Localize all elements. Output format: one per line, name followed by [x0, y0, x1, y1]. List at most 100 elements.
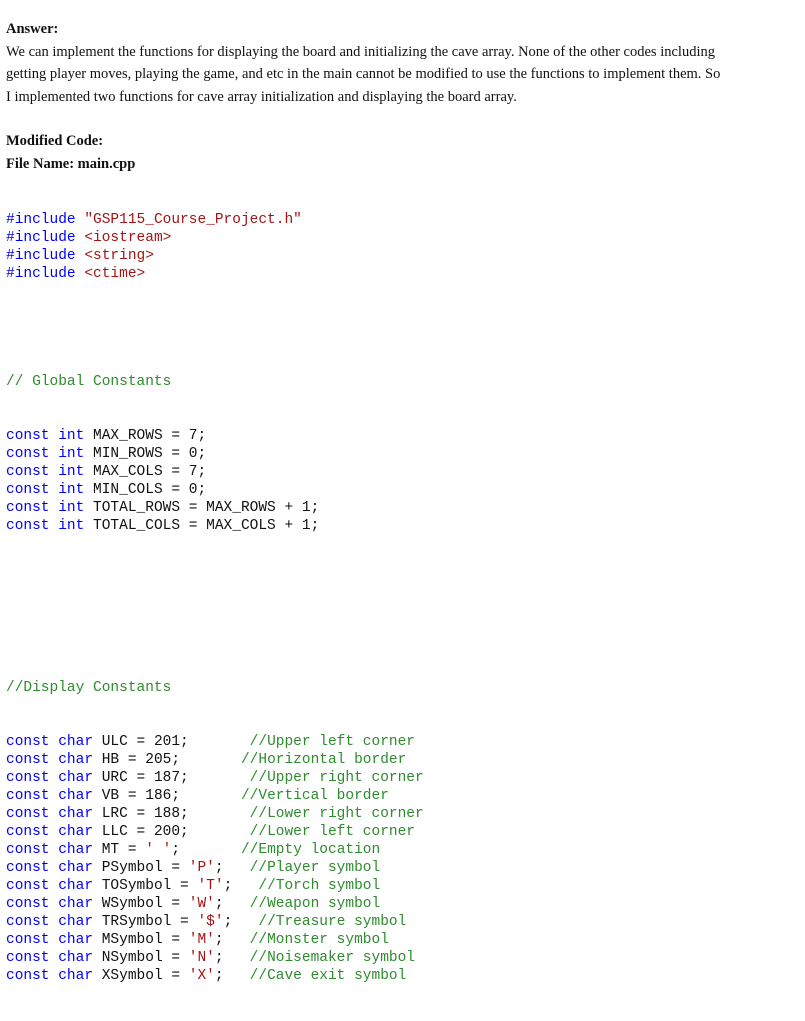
keyword-const: const [6, 770, 50, 786]
code-line: const char PSymbol = 'P'; //Player symbo… [6, 859, 798, 877]
code-text: TRSymbol = [93, 914, 198, 930]
keyword-type: char [58, 752, 94, 768]
keyword-const: const [6, 806, 50, 822]
keyword-const: const [6, 518, 50, 534]
paragraph-line: getting player moves, playing the game, … [6, 66, 721, 82]
code-text: MSymbol = [93, 932, 189, 948]
code-comment: //Monster symbol [249, 932, 389, 948]
code-line: const char LLC = 200; //Lower left corne… [6, 823, 798, 841]
code-text: WSymbol = [93, 896, 189, 912]
display-constants-block: const char ULC = 201; //Upper left corne… [6, 733, 798, 985]
include-line: #include <string> [6, 247, 798, 265]
code-comment: //Weapon symbol [249, 896, 381, 912]
keyword-const: const [6, 878, 50, 894]
code-line: const char LRC = 188; //Lower right corn… [6, 805, 798, 823]
code-line: const char HB = 205; //Horizontal border [6, 751, 798, 769]
keyword-type: int [58, 518, 85, 534]
keyword-const: const [6, 482, 50, 498]
keyword-const: const [6, 428, 50, 444]
code-comment: //Lower right corner [249, 806, 424, 822]
keyword-const: const [6, 446, 50, 462]
global-constants-block: const int MAX_ROWS = 7; const int MIN_ROW… [6, 427, 798, 535]
include-target: "GSP115_Course_Project.h" [84, 212, 302, 228]
code-comment: //Noisemaker symbol [249, 950, 415, 966]
code-text: ; [171, 842, 181, 858]
include-directive: #include [6, 230, 76, 246]
code-comment: //Cave exit symbol [249, 968, 407, 984]
code-text: MAX_ROWS = 7; [84, 428, 207, 444]
code-text: ; [214, 896, 224, 912]
include-directive: #include [6, 248, 76, 264]
keyword-type: char [58, 914, 94, 930]
keyword-type: char [58, 842, 94, 858]
code-text: TOTAL_COLS = MAX_COLS + 1; [84, 518, 320, 534]
keyword-type: char [58, 896, 94, 912]
keyword-const: const [6, 968, 50, 984]
code-text: PSymbol = [93, 860, 189, 876]
code-comment: //Torch symbol [258, 878, 381, 894]
code-text: URC = 187; [93, 770, 189, 786]
code-line: const char MSymbol = 'M'; //Monster symb… [6, 931, 798, 949]
char-literal: 'T' [197, 878, 224, 894]
code-line: const char NSymbol = 'N'; //Noisemaker s… [6, 949, 798, 967]
keyword-type: char [58, 770, 94, 786]
include-block: #include "GSP115_Course_Project.h" #inclu… [6, 211, 798, 283]
code-text: XSymbol = [93, 968, 189, 984]
global-constants-comment: // Global Constants [6, 374, 172, 390]
char-literal: 'X' [188, 968, 215, 984]
code-line: const int TOTAL_ROWS = MAX_ROWS + 1; [6, 499, 798, 517]
code-block: #include "GSP115_Course_Project.h" #inclu… [6, 175, 798, 1021]
keyword-const: const [6, 860, 50, 876]
code-line: const char TRSymbol = '$'; //Treasure sy… [6, 913, 798, 931]
modified-code-heading: Modified Code: [6, 133, 104, 149]
include-directive: #include [6, 266, 76, 282]
code-text: NSymbol = [93, 950, 189, 966]
code-comment: //Vertical border [240, 788, 389, 804]
keyword-type: int [58, 500, 85, 516]
char-literal: 'M' [188, 932, 215, 948]
code-line: const int MIN_ROWS = 0; [6, 445, 798, 463]
include-directive: #include [6, 212, 76, 228]
keyword-type: char [58, 806, 94, 822]
code-text: ; [214, 950, 224, 966]
code-comment: //Horizontal border [240, 752, 407, 768]
answer-paragraph: We can implement the functions for displ… [6, 41, 798, 109]
code-comment: //Player symbol [249, 860, 381, 876]
paragraph-line: I implemented two functions for cave arr… [6, 88, 517, 105]
keyword-type: char [58, 824, 94, 840]
code-line: const int MAX_COLS = 7; [6, 463, 798, 481]
include-target: <ctime> [84, 266, 146, 282]
file-name-label: File Name: main.cpp [6, 155, 136, 172]
code-line: const int MIN_COLS = 0; [6, 481, 798, 499]
code-text: HB = 205; [93, 752, 181, 768]
keyword-type: int [58, 428, 85, 444]
keyword-const: const [6, 914, 50, 930]
answer-heading: Answer: [6, 21, 59, 37]
keyword-type: char [58, 932, 94, 948]
display-constants-comment: //Display Constants [6, 680, 172, 696]
keyword-const: const [6, 842, 50, 858]
